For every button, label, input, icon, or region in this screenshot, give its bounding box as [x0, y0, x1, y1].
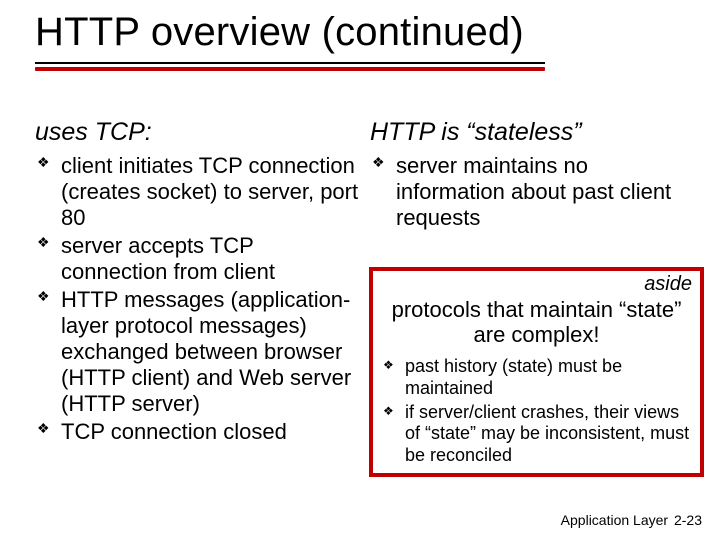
list-item: if server/client crashes, their views of… — [381, 402, 692, 468]
right-heading: HTTP is “stateless” — [370, 118, 700, 147]
title-red-bar — [35, 67, 545, 71]
aside-main-text: protocols that maintain “state” are comp… — [381, 297, 692, 348]
list-item: HTTP messages (application-layer protoco… — [35, 287, 365, 417]
list-item: past history (state) must be maintained — [381, 356, 692, 400]
right-column: HTTP is “stateless” server maintains no … — [370, 118, 700, 233]
slide-footer: Application Layer 2-23 — [561, 512, 702, 528]
left-heading: uses TCP: — [35, 118, 365, 147]
title-underline — [35, 62, 545, 64]
slide: HTTP overview (continued) uses TCP: clie… — [0, 0, 720, 540]
list-item: TCP connection closed — [35, 419, 365, 445]
list-item: client initiates TCP connection (creates… — [35, 153, 365, 231]
aside-box: aside protocols that maintain “state” ar… — [369, 267, 704, 477]
left-list: client initiates TCP connection (creates… — [35, 153, 365, 444]
left-column: uses TCP: client initiates TCP connectio… — [35, 118, 365, 446]
footer-section: Application Layer — [561, 512, 668, 528]
footer-page: 2-23 — [674, 512, 702, 528]
right-list: server maintains no information about pa… — [370, 153, 700, 231]
slide-title: HTTP overview (continued) — [35, 10, 524, 55]
aside-list: past history (state) must be maintained … — [381, 356, 692, 468]
aside-label: aside — [644, 273, 692, 296]
list-item: server accepts TCP connection from clien… — [35, 233, 365, 285]
list-item: server maintains no information about pa… — [370, 153, 700, 231]
